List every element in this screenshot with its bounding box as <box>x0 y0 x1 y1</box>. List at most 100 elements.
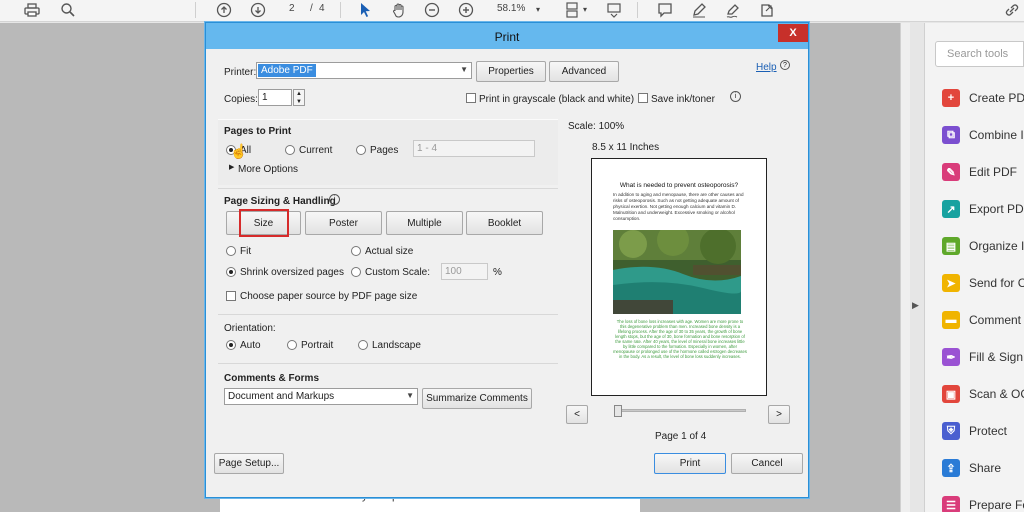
tool-combine-files[interactable]: ⧉ Combine I <box>942 123 1024 147</box>
tab-poster[interactable]: Poster <box>305 211 382 235</box>
orientation-auto-radio[interactable] <box>226 340 236 350</box>
preview-prev-button[interactable]: < <box>566 405 588 424</box>
cancel-button[interactable]: Cancel <box>731 453 803 474</box>
tool-comment[interactable]: ▬ Comment <box>942 308 1024 332</box>
expand-arrow-icon[interactable]: ▶ <box>229 163 234 171</box>
tool-label: Prepare Fo <box>969 498 1024 512</box>
preview-slider-thumb[interactable] <box>614 405 622 417</box>
zoom-in-icon[interactable] <box>456 1 476 19</box>
share-tool-icon: ⇪ <box>942 459 960 477</box>
scroll-mode-icon[interactable] <box>604 1 624 19</box>
page-separator: / <box>310 3 313 14</box>
sizing-heading: Page Sizing & Handling <box>224 196 336 207</box>
zoom-search-icon[interactable] <box>58 1 78 19</box>
page-number-field[interactable]: 2 <box>289 3 295 14</box>
orientation-landscape-radio[interactable] <box>358 340 368 350</box>
mouse-cursor-icon: ☝ <box>230 143 248 159</box>
paper-source-checkbox[interactable] <box>226 291 236 301</box>
custom-scale-label: Custom Scale: <box>365 267 431 278</box>
preview-doc-green-text: The loss of bone loss increases with age… <box>613 319 747 359</box>
custom-scale-radio[interactable] <box>351 267 361 277</box>
print-icon[interactable] <box>22 1 42 19</box>
dialog-title: Print <box>494 30 520 44</box>
zoom-level[interactable]: 58.1% <box>497 3 525 14</box>
fit-radio[interactable] <box>226 246 236 256</box>
tool-share[interactable]: ⇪ Share <box>942 456 1024 480</box>
zoom-out-icon[interactable] <box>422 1 442 19</box>
sign-icon[interactable] <box>723 1 743 19</box>
more-options-toggle[interactable]: More Options <box>238 164 298 175</box>
page-layout-icon[interactable] <box>562 1 582 19</box>
pages-range-label: Pages <box>370 145 399 156</box>
select-cursor-icon[interactable] <box>355 1 375 19</box>
comment-icon[interactable] <box>655 1 675 19</box>
tool-edit-pdf[interactable]: ✎ Edit PDF <box>942 160 1024 184</box>
paper-source-label: Choose paper source by PDF page size <box>240 291 418 302</box>
highlight-box <box>239 209 289 237</box>
shrink-oversized-radio[interactable] <box>226 267 236 277</box>
fill-sign-icon: ✒ <box>942 348 960 366</box>
collapse-pane-icon[interactable]: ▶ <box>912 300 919 311</box>
save-ink-checkbox[interactable] <box>638 93 648 103</box>
current-page-radio[interactable] <box>285 145 295 155</box>
edit-pdf-icon: ✎ <box>942 163 960 181</box>
advanced-button[interactable]: Advanced <box>549 61 619 82</box>
prepare-form-icon: ☰ <box>942 496 960 512</box>
close-button[interactable]: X <box>778 24 808 42</box>
custom-scale-input[interactable]: 100 <box>441 263 488 280</box>
preview-slider-track[interactable] <box>616 409 746 412</box>
tab-multiple[interactable]: Multiple <box>386 211 463 235</box>
section-divider <box>218 314 558 315</box>
orientation-heading: Orientation: <box>224 323 276 334</box>
properties-button[interactable]: Properties <box>476 61 546 82</box>
tool-protect[interactable]: ⛨ Protect <box>942 419 1024 443</box>
printer-label: Printer: <box>224 67 257 78</box>
tool-label: Protect <box>969 424 1008 438</box>
printer-select[interactable]: Adobe PDF ▼ <box>256 62 472 79</box>
help-question-icon[interactable]: ? <box>780 60 790 70</box>
tool-create-pdf[interactable]: + Create PD <box>942 86 1024 110</box>
pages-to-print-heading: Pages to Print <box>224 126 292 137</box>
search-tools-input[interactable]: Search tools <box>935 41 1024 67</box>
info-icon[interactable]: i <box>730 91 741 102</box>
page-up-icon[interactable] <box>214 1 234 19</box>
preview-paper-size: 8.5 x 11 Inches <box>592 142 660 153</box>
sizing-info-icon[interactable]: i <box>329 194 340 205</box>
copies-stepper[interactable]: ▲ ▼ <box>293 89 305 106</box>
comments-forms-select[interactable]: Document and Markups ▼ <box>224 388 418 405</box>
share-icon[interactable] <box>757 1 777 19</box>
pages-range-input[interactable]: 1 - 4 <box>413 140 535 157</box>
document-scrollbar[interactable] <box>900 23 910 512</box>
orientation-portrait-radio[interactable] <box>287 340 297 350</box>
link-icon[interactable] <box>1002 1 1022 19</box>
tool-organize-pages[interactable]: ▤ Organize I <box>942 234 1024 258</box>
help-link[interactable]: Help <box>756 62 777 73</box>
comment-tool-icon: ▬ <box>942 311 960 329</box>
preview-river-photo <box>613 230 741 314</box>
tab-booklet[interactable]: Booklet <box>466 211 543 235</box>
preview-next-button[interactable]: > <box>768 405 790 424</box>
tool-fill-sign[interactable]: ✒ Fill & Sign <box>942 345 1024 369</box>
summarize-comments-button[interactable]: Summarize Comments <box>422 388 532 409</box>
actual-size-radio[interactable] <box>351 246 361 256</box>
hand-icon[interactable] <box>389 1 409 19</box>
pen-icon[interactable] <box>689 1 709 19</box>
orientation-landscape-label: Landscape <box>372 340 421 351</box>
tool-prepare-form[interactable]: ☰ Prepare Fo <box>942 493 1024 512</box>
orientation-auto-label: Auto <box>240 340 261 351</box>
save-ink-label: Save ink/toner <box>651 94 715 105</box>
print-button[interactable]: Print <box>654 453 726 474</box>
tool-export-pdf[interactable]: ↗ Export PD <box>942 197 1024 221</box>
tool-send-for-comments[interactable]: ➤ Send for C <box>942 271 1024 295</box>
page-setup-button[interactable]: Page Setup... <box>214 453 284 474</box>
copies-input[interactable]: 1 <box>258 89 292 106</box>
tool-label: Combine I <box>969 128 1024 142</box>
grayscale-checkbox[interactable] <box>466 93 476 103</box>
page-down-icon[interactable] <box>248 1 268 19</box>
tool-scan-ocr[interactable]: ▣ Scan & OC <box>942 382 1024 406</box>
zoom-dropdown-icon[interactable]: ▾ <box>536 5 540 14</box>
dialog-titlebar[interactable]: Print X <box>206 23 808 49</box>
layout-dropdown-icon[interactable]: ▾ <box>583 5 587 14</box>
protect-icon: ⛨ <box>942 422 960 440</box>
pages-range-radio[interactable] <box>356 145 366 155</box>
